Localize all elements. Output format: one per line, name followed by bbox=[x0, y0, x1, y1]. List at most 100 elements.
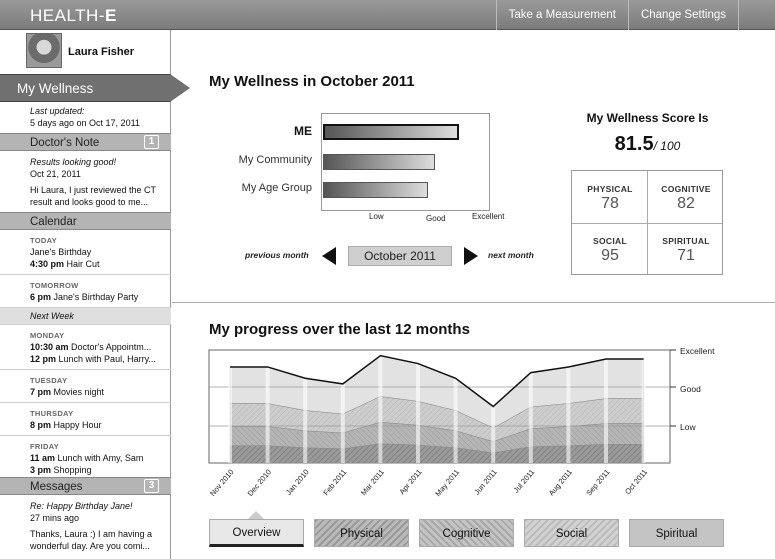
last-updated-value: 5 days ago on Oct 17, 2011 bbox=[30, 118, 140, 128]
calendar-day-thursday[interactable]: THURSDAY 8 pm Happy Hour bbox=[0, 403, 171, 436]
change-settings-link[interactable]: Change Settings bbox=[627, 0, 739, 30]
sidebar: Laura Fisher My Wellness Last updated: 5… bbox=[0, 30, 190, 559]
message-item[interactable]: Re: Happy Birthday Jane! 27 mins ago Tha… bbox=[0, 495, 171, 552]
x-tick-label: Mar 2011 bbox=[359, 468, 386, 498]
doctors-note-count-badge: 1 bbox=[144, 135, 159, 149]
area-layer-2 bbox=[229, 421, 644, 454]
category-tabs: Overview Physical Cognitive Social Spiri… bbox=[209, 519, 724, 547]
note-body: result and looks good to me... bbox=[30, 197, 149, 207]
event-time: 12 pm bbox=[30, 354, 57, 364]
tab-social[interactable]: Social bbox=[524, 519, 619, 547]
day-label: FRIDAY bbox=[30, 442, 60, 451]
event-time: 11 am bbox=[30, 453, 56, 463]
tick-low: Low bbox=[369, 212, 384, 221]
previous-month-label[interactable]: previous month bbox=[245, 250, 309, 260]
month-marker bbox=[528, 372, 533, 463]
doctors-note-item[interactable]: Results looking good! Oct 21, 2011 Hi La… bbox=[0, 151, 171, 212]
score-cell-physical[interactable]: PHYSICAL 78 bbox=[572, 171, 648, 223]
event-time: 7 pm bbox=[30, 387, 52, 397]
y-label-good: Good bbox=[680, 384, 701, 394]
category-label: PHYSICAL bbox=[587, 184, 633, 194]
logo-text-bold: E bbox=[104, 6, 117, 25]
score-value: 81.5 bbox=[614, 133, 654, 155]
previous-month-arrow-icon[interactable] bbox=[322, 247, 336, 265]
calendar-day-today[interactable]: TODAY Jane's Birthday 4:30 pm Hair Cut bbox=[0, 230, 171, 275]
event-time: 10:30 am bbox=[30, 342, 69, 352]
day-label: TOMORROW bbox=[30, 281, 79, 290]
month-selector[interactable]: October 2011 bbox=[348, 246, 452, 266]
calendar-day-friday[interactable]: FRIDAY 11 am Lunch with Amy, Sam 3 pm Sh… bbox=[0, 436, 171, 480]
messages-count-badge: 3 bbox=[144, 479, 159, 493]
progress-title: My progress over the last 12 months bbox=[209, 321, 470, 338]
top-nav: Take a Measurement Change Settings bbox=[495, 0, 775, 30]
doctors-note-header[interactable]: Doctor's Note 1 bbox=[0, 133, 171, 151]
month-marker bbox=[303, 378, 308, 463]
month-marker bbox=[265, 366, 270, 463]
event-text: Movies night bbox=[53, 387, 105, 397]
next-month-arrow-icon[interactable] bbox=[464, 247, 478, 265]
next-month-label[interactable]: next month bbox=[488, 250, 534, 260]
event-text: Shopping bbox=[53, 465, 92, 475]
event-text: Lunch with Amy, Sam bbox=[57, 453, 144, 463]
calendar-day-monday[interactable]: MONDAY 10:30 am Doctor's Appointm... 12 … bbox=[0, 325, 171, 370]
app-logo[interactable]: HEALTH-E bbox=[30, 6, 117, 26]
profile-name: Laura Fisher bbox=[68, 46, 135, 58]
score-title: My Wellness Score Is bbox=[586, 111, 709, 125]
event-text: Happy Hour bbox=[53, 420, 102, 430]
calendar-title: Calendar bbox=[30, 216, 77, 228]
wellness-title: My Wellness in October 2011 bbox=[209, 73, 415, 90]
month-marker bbox=[641, 359, 646, 463]
score-cell-cognitive[interactable]: COGNITIVE 82 bbox=[648, 171, 724, 223]
month-marker bbox=[228, 366, 232, 463]
category-label: COGNITIVE bbox=[661, 184, 711, 194]
category-value: 82 bbox=[677, 195, 695, 212]
x-tick-label: Feb 2011 bbox=[321, 468, 348, 498]
messages-header[interactable]: Messages 3 bbox=[0, 477, 171, 495]
message-body: Thanks, Laura :) I am having a bbox=[30, 529, 153, 539]
take-measurement-link[interactable]: Take a Measurement bbox=[495, 0, 628, 30]
nav-active-arrow bbox=[170, 74, 190, 102]
month-marker bbox=[453, 378, 458, 463]
message-time: 27 mins ago bbox=[30, 513, 80, 523]
category-value: 78 bbox=[601, 195, 619, 212]
day-label: TUESDAY bbox=[30, 376, 68, 385]
event-time: 3 pm bbox=[30, 465, 52, 475]
x-tick-label: Nov 2010 bbox=[208, 468, 236, 498]
tab-spiritual[interactable]: Spiritual bbox=[629, 519, 724, 547]
day-label: THURSDAY bbox=[30, 409, 74, 418]
active-tab-pointer bbox=[248, 511, 264, 519]
month-marker bbox=[566, 366, 571, 463]
y-label-excellent: Excellent bbox=[680, 346, 715, 356]
score-cell-social[interactable]: SOCIAL 95 bbox=[572, 223, 648, 275]
category-value: 95 bbox=[601, 247, 619, 264]
x-tick-label: Jul 2011 bbox=[512, 468, 537, 495]
calendar-header[interactable]: Calendar bbox=[0, 212, 171, 230]
nav-my-wellness[interactable]: My Wellness bbox=[0, 74, 171, 102]
calendar-section: Calendar TODAY Jane's Birthday 4:30 pm H… bbox=[0, 212, 171, 480]
top-bar: HEALTH-E Take a Measurement Change Setti… bbox=[0, 0, 775, 30]
event-text: Doctor's Appointm... bbox=[71, 342, 152, 352]
last-updated: Last updated: 5 days ago on Oct 17, 2011 bbox=[0, 105, 171, 129]
day-label: MONDAY bbox=[30, 331, 65, 340]
x-tick-label: Dec 2010 bbox=[246, 468, 274, 498]
tab-overview[interactable]: Overview bbox=[209, 519, 304, 547]
avatar[interactable] bbox=[26, 33, 62, 68]
month-marker bbox=[604, 359, 608, 463]
event-text: Lunch with Paul, Harry... bbox=[58, 354, 156, 364]
bar-label-community: My Community bbox=[238, 154, 312, 166]
x-tick-label: Sep 2011 bbox=[584, 468, 611, 498]
score-cell-spiritual[interactable]: SPIRITUAL 71 bbox=[648, 223, 724, 275]
category-label: SPIRITUAL bbox=[662, 236, 710, 246]
tab-cognitive[interactable]: Cognitive bbox=[419, 519, 514, 547]
note-date: Oct 21, 2011 bbox=[30, 169, 81, 179]
month-marker bbox=[378, 355, 383, 463]
calendar-day-tuesday[interactable]: TUESDAY 7 pm Movies night bbox=[0, 370, 171, 403]
calendar-day-tomorrow[interactable]: TOMORROW 6 pm Jane's Birthday Party bbox=[0, 275, 171, 308]
messages-section: Messages 3 Re: Happy Birthday Jane! 27 mi… bbox=[0, 477, 171, 552]
tab-physical[interactable]: Physical bbox=[314, 519, 409, 547]
event-time: 8 pm bbox=[30, 420, 52, 430]
bar-label-age-group: My Age Group bbox=[241, 182, 312, 194]
month-marker bbox=[416, 363, 420, 463]
day-label: TODAY bbox=[30, 236, 57, 245]
x-tick-label: May 2011 bbox=[433, 468, 461, 499]
